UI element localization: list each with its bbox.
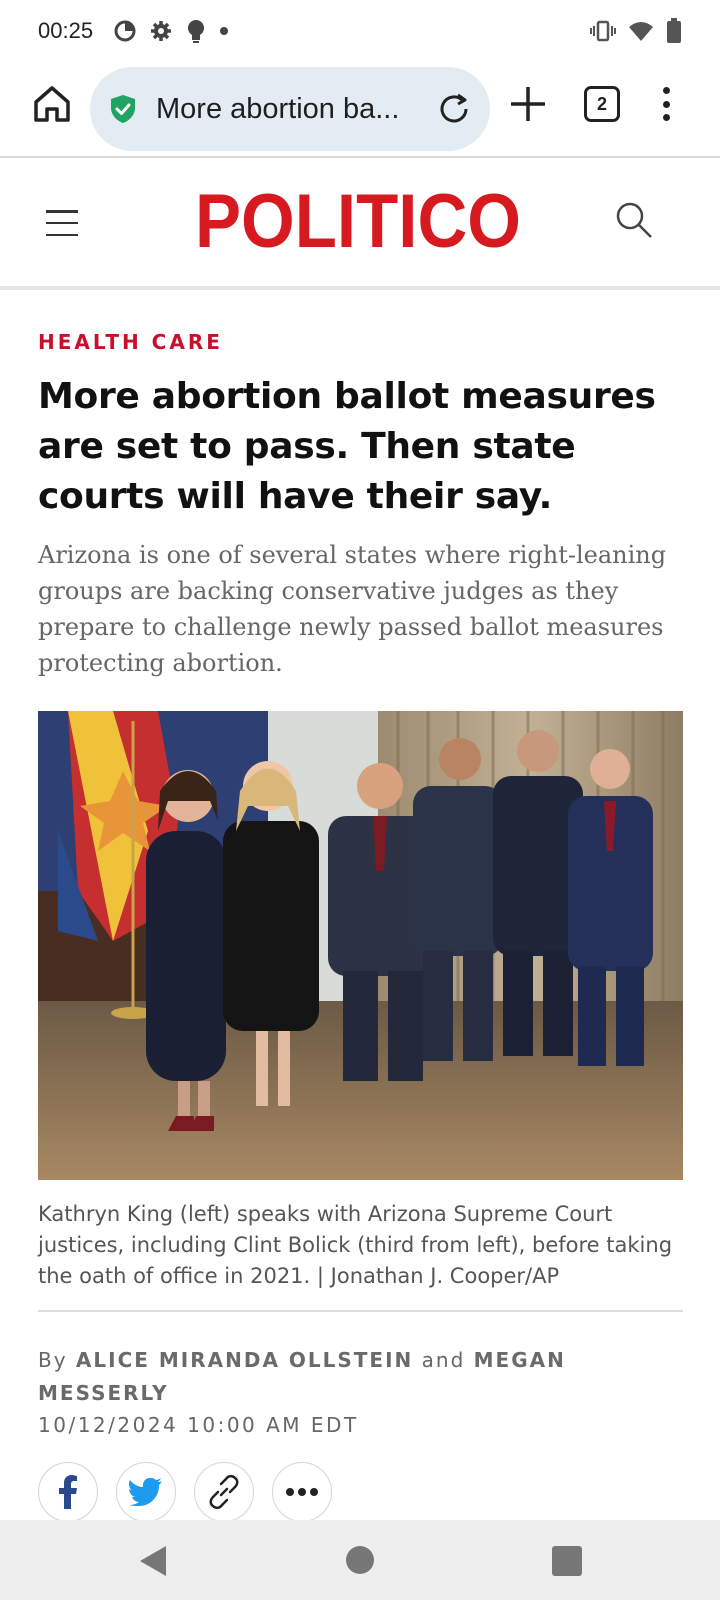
hamburger-menu-icon[interactable] bbox=[46, 210, 78, 236]
home-icon bbox=[34, 86, 70, 122]
link-icon bbox=[209, 1474, 239, 1510]
home-button[interactable] bbox=[30, 82, 74, 126]
byline-conjunction: and bbox=[421, 1348, 466, 1372]
browser-toolbar: More abortion ba... 2 bbox=[0, 62, 720, 158]
status-right-icons bbox=[590, 18, 682, 44]
new-tab-button[interactable] bbox=[508, 84, 548, 124]
twitter-icon bbox=[129, 1478, 162, 1506]
article-headline: More abortion ballot measures are set to… bbox=[38, 376, 656, 517]
status-time: 00:25 bbox=[38, 18, 94, 43]
back-icon[interactable] bbox=[138, 1544, 168, 1578]
byline: By ALICE MIRANDA OLLSTEIN and MEGAN MESS… bbox=[38, 1344, 638, 1410]
facebook-icon bbox=[59, 1475, 77, 1509]
twitter-share-button[interactable] bbox=[116, 1462, 176, 1522]
reload-icon[interactable] bbox=[436, 91, 472, 127]
caption-divider bbox=[38, 1310, 683, 1312]
photo-caption: Kathryn King (left) speaks with Arizona … bbox=[38, 1202, 673, 1288]
politico-logo[interactable]: POLITICO bbox=[193, 186, 523, 256]
tab-switcher-button[interactable]: 2 bbox=[584, 86, 620, 122]
copy-link-button[interactable] bbox=[194, 1462, 254, 1522]
article-dek: Arizona is one of several states where r… bbox=[38, 541, 667, 677]
secure-shield-icon bbox=[111, 95, 135, 123]
publish-date: 10/12/2024 10:00 AM EDT bbox=[38, 1413, 359, 1437]
url-text: More abortion ba... bbox=[156, 92, 400, 125]
status-bar: 00:25 bbox=[0, 0, 720, 62]
overflow-menu-button[interactable] bbox=[656, 84, 676, 124]
system-navigation-bar bbox=[0, 1520, 720, 1600]
article-photo bbox=[38, 711, 683, 1180]
recent-apps-icon[interactable] bbox=[552, 1546, 582, 1576]
section-kicker[interactable]: HEALTH CARE bbox=[38, 330, 223, 354]
dot-icon bbox=[220, 27, 229, 35]
vibrate-icon bbox=[590, 20, 616, 42]
data-saver-icon bbox=[114, 20, 136, 42]
share-buttons bbox=[38, 1462, 332, 1522]
settings-icon bbox=[151, 21, 172, 41]
site-header: POLITICO bbox=[0, 160, 720, 290]
lightbulb-icon bbox=[188, 20, 205, 43]
wifi-icon bbox=[629, 22, 653, 41]
address-bar[interactable]: More abortion ba... bbox=[90, 67, 490, 151]
search-icon[interactable] bbox=[614, 200, 654, 240]
facebook-share-button[interactable] bbox=[38, 1462, 98, 1522]
status-left-icons bbox=[113, 18, 229, 44]
author-link-1[interactable]: ALICE MIRANDA OLLSTEIN bbox=[76, 1348, 413, 1372]
svg-text:POLITICO: POLITICO bbox=[195, 186, 521, 256]
more-share-button[interactable] bbox=[272, 1462, 332, 1522]
battery-icon bbox=[667, 18, 681, 43]
byline-prefix: By bbox=[38, 1348, 68, 1372]
more-icon bbox=[286, 1488, 318, 1496]
home-nav-icon[interactable] bbox=[346, 1546, 374, 1574]
